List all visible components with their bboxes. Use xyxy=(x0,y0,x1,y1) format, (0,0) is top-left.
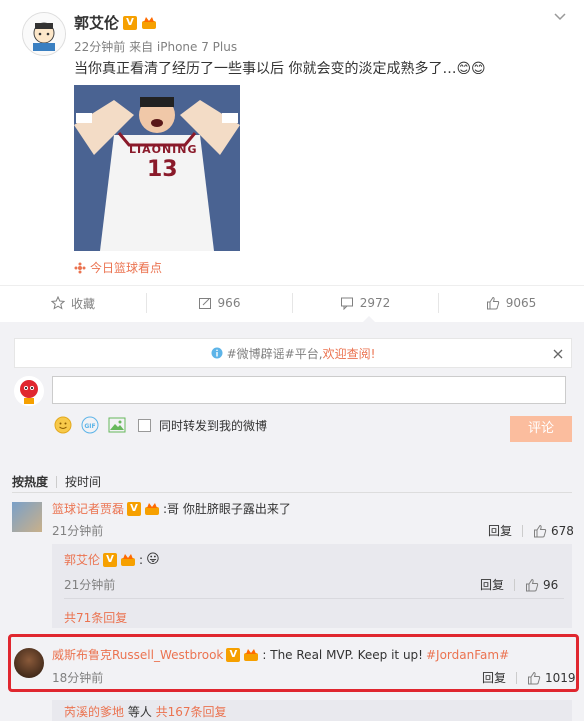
member-crown-icon xyxy=(142,16,157,29)
comment-text: :哥 你肚脐眼子露出来了 xyxy=(163,502,291,516)
sort-time-tab[interactable]: 按时间 xyxy=(65,473,101,490)
notice-link[interactable]: 欢迎查阅! xyxy=(323,345,376,362)
thumbs-up-icon xyxy=(526,578,539,591)
post-image[interactable]: LIAONING 13 xyxy=(74,85,240,251)
reply-emoji: 😛 xyxy=(146,552,160,567)
comment-input[interactable] xyxy=(52,376,566,404)
svg-text:GIF: GIF xyxy=(84,423,95,430)
repost-count: 966 xyxy=(217,296,241,310)
source-flower-icon xyxy=(74,262,86,273)
comment-button[interactable]: 2972 xyxy=(292,290,438,316)
emoji-icon[interactable] xyxy=(54,416,72,434)
comment-count: 2972 xyxy=(359,296,391,310)
info-icon xyxy=(211,347,223,359)
like-button[interactable]: 9065 xyxy=(438,290,584,316)
comment-time: 18分钟前 xyxy=(52,671,104,685)
reply-like-button[interactable]: 96 xyxy=(525,578,558,592)
thumbs-up-icon xyxy=(528,671,541,684)
more-replies-link[interactable]: 共71条回复 xyxy=(64,609,127,626)
author-menu-chevron-icon[interactable] xyxy=(552,8,568,24)
verified-v-icon: V xyxy=(127,501,142,516)
verified-v-icon: V xyxy=(226,647,241,662)
jersey-number: 13 xyxy=(147,157,178,182)
notice-close-icon[interactable] xyxy=(552,345,564,359)
repost-icon xyxy=(198,298,211,309)
post-meta: 22分钟前 来自 iPhone 7 Plus xyxy=(74,40,238,54)
comment-text: : The Real MVP. Keep it up! xyxy=(262,647,423,662)
comment-like-count: 1019 xyxy=(545,670,576,685)
comment-user[interactable]: 威斯布鲁克Russell_Westbrook xyxy=(52,646,223,663)
also-repost-label: 同时转发到我的微博 xyxy=(159,418,268,433)
jersey-text: LIAONING xyxy=(129,143,198,156)
sort-hot-tab[interactable]: 按热度 xyxy=(12,473,48,490)
notice-text: #微博辟谣#平台, xyxy=(226,346,323,361)
author-name[interactable]: 郭艾伦 xyxy=(74,12,119,33)
gif-icon[interactable]: GIF xyxy=(80,416,100,434)
post-emoji: 😊😊 xyxy=(456,61,486,77)
comment-like-button[interactable]: 1019 xyxy=(527,671,576,685)
current-user-avatar xyxy=(14,376,44,406)
submit-comment-button[interactable]: 评论 xyxy=(510,416,572,442)
collect-button[interactable]: 收藏 xyxy=(0,290,146,316)
reply-user[interactable]: 郭艾伦 xyxy=(64,551,100,568)
verified-v-icon: V xyxy=(103,552,118,567)
star-icon xyxy=(50,296,65,310)
notice-bar: #微博辟谣#平台, 欢迎查阅! xyxy=(14,338,572,368)
comment-reply-link[interactable]: 回复 xyxy=(482,669,506,686)
comment-hashtag[interactable]: #JordanFam# xyxy=(426,648,509,662)
comment-user[interactable]: 篮球记者贾磊 xyxy=(52,500,124,517)
comment-like-button[interactable]: 678 xyxy=(533,524,574,538)
reply-text: : xyxy=(139,552,144,567)
author-avatar[interactable] xyxy=(22,12,66,56)
footer-count-link[interactable]: 共167条回复 xyxy=(156,705,227,719)
also-repost-checkbox[interactable] xyxy=(138,418,151,432)
like-count: 9065 xyxy=(505,296,537,310)
weibo-mascot-icon xyxy=(14,376,44,406)
thumbs-up-icon xyxy=(486,296,499,310)
repost-button[interactable]: 966 xyxy=(146,290,292,316)
comment-time: 21分钟前 xyxy=(52,524,104,538)
image-icon[interactable] xyxy=(108,416,126,434)
comment-reply-link[interactable]: 回复 xyxy=(488,522,512,539)
reply-time: 21分钟前 xyxy=(64,578,116,592)
member-crown-icon xyxy=(244,648,259,661)
commenter-avatar[interactable] xyxy=(12,502,42,532)
verified-v-icon: V xyxy=(123,15,138,30)
comment-like-count: 678 xyxy=(551,523,574,538)
post-text: 当你真正看清了经历了一些事以后 你就会变的淡定成熟多了… xyxy=(74,61,457,77)
reply-like-count: 96 xyxy=(543,577,559,592)
thumbs-up-icon xyxy=(534,524,547,537)
footer-user-link[interactable]: 芮溪的爹地 xyxy=(64,705,124,719)
comment-icon xyxy=(340,297,353,310)
commenter-avatar[interactable] xyxy=(14,648,44,678)
member-crown-icon xyxy=(121,553,136,566)
collect-label: 收藏 xyxy=(70,296,95,311)
member-crown-icon xyxy=(145,502,160,515)
reply-reply-link[interactable]: 回复 xyxy=(480,576,504,593)
footer-mid: 等人 xyxy=(124,705,156,719)
post-source-link[interactable]: 今日篮球看点 xyxy=(90,259,162,276)
cartoon-avatar-icon xyxy=(23,13,65,55)
